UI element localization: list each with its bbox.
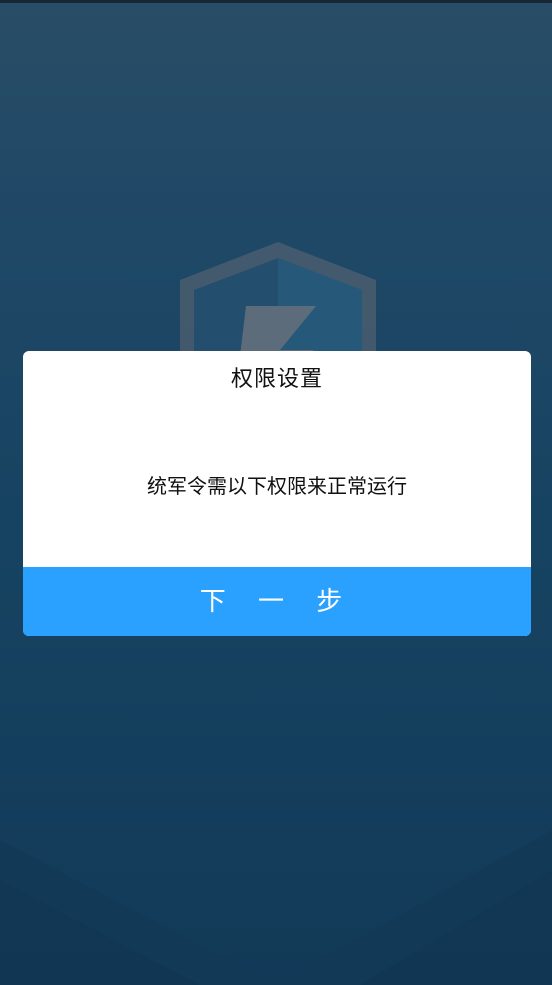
permission-dialog: 权限设置 统军令需以下权限来正常运行 下 一 步	[23, 351, 531, 636]
next-step-button[interactable]: 下 一 步	[23, 567, 531, 636]
app-screen: 权限设置 统军令需以下权限来正常运行 下 一 步	[0, 0, 552, 985]
dialog-message: 统军令需以下权限来正常运行	[147, 474, 407, 498]
dialog-title: 权限设置	[230, 367, 323, 392]
